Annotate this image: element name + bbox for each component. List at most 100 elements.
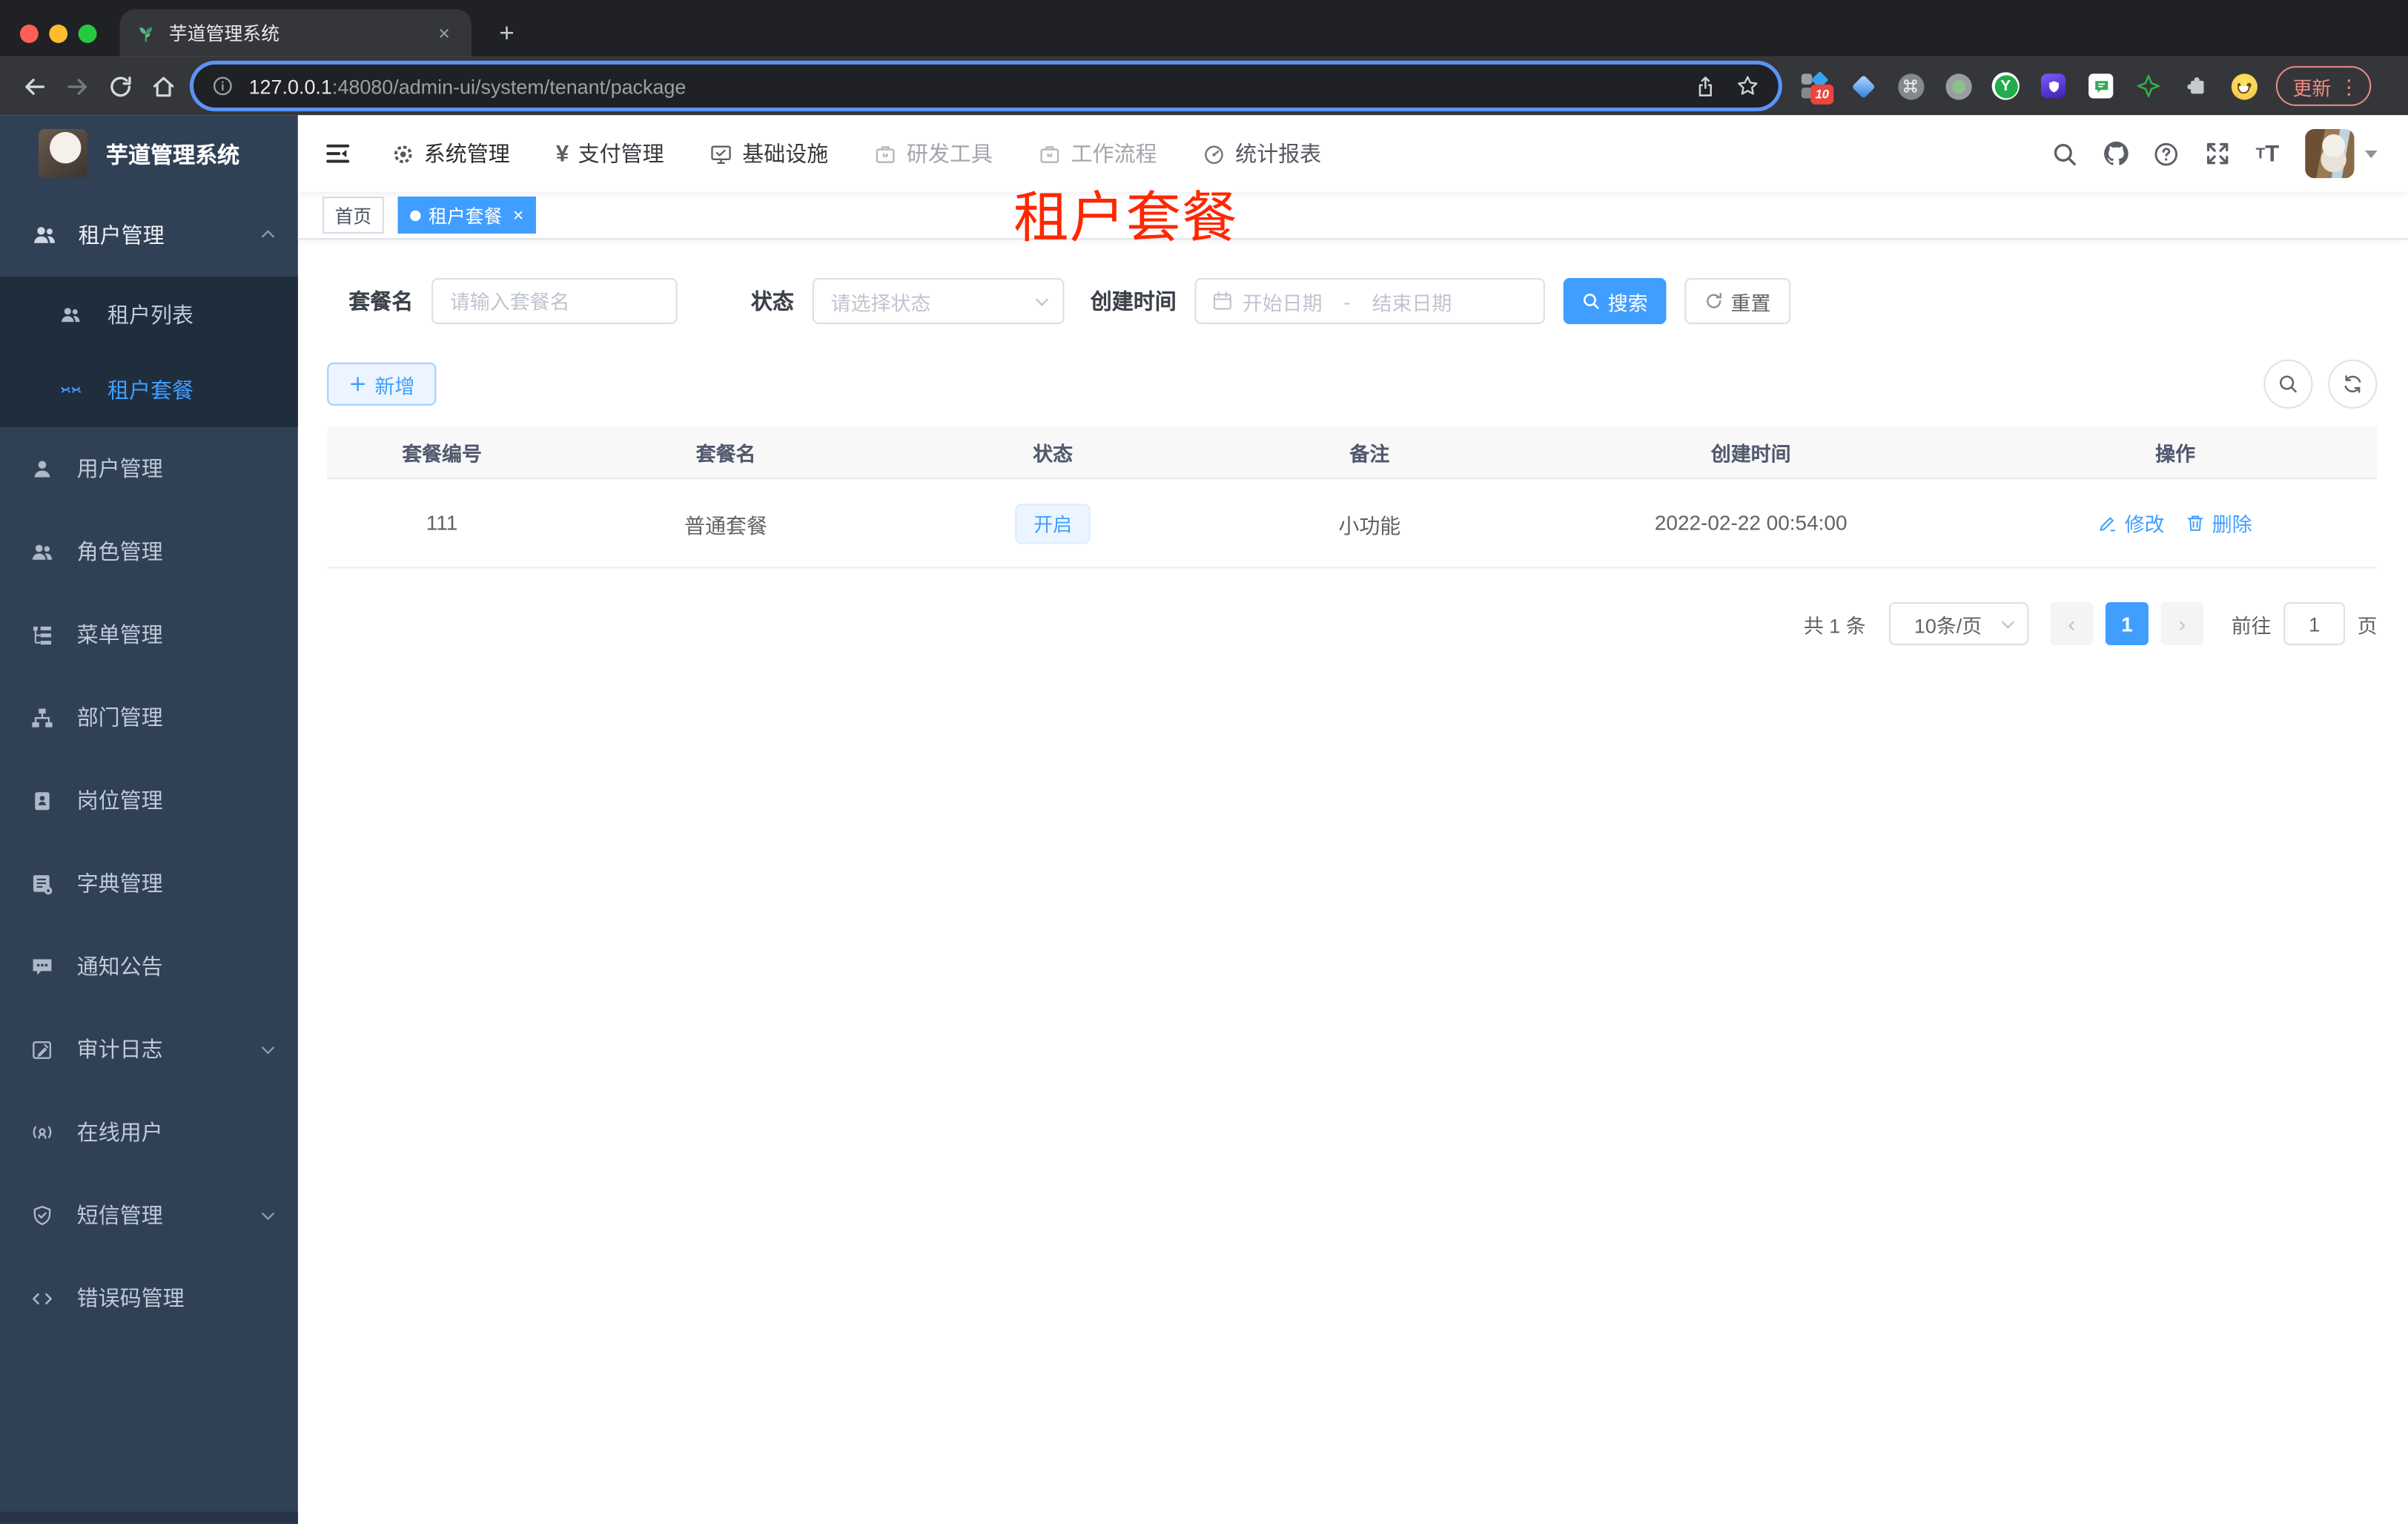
search-button[interactable]: 搜索 — [1563, 277, 1667, 325]
reload-icon[interactable] — [99, 65, 142, 108]
shield-check-icon — [29, 1204, 53, 1227]
recorder-extension-icon[interactable] — [1944, 72, 1971, 99]
emoji-extension-icon[interactable] — [2230, 72, 2258, 99]
nav-dev-tools[interactable]: 研发工具 — [874, 138, 993, 168]
browser-tabstrip: 芋道管理系统 × + — [0, 0, 2408, 57]
sidebar-item-audit-log[interactable]: 审计日志 — [0, 1008, 298, 1091]
sidebar-item-notice[interactable]: 通知公告 — [0, 925, 298, 1008]
prev-page-button[interactable]: ‹ — [2050, 602, 2094, 646]
url-bar[interactable]: 127.0.0.1:48080/admin-ui/system/tenant/p… — [194, 65, 1779, 108]
new-tab-button[interactable]: + — [489, 16, 526, 53]
top-navbar: 系统管理 ¥ 支付管理 基础设施 研发工具 工作流程 统计报表 T T — [297, 115, 2408, 192]
nav-payment-mgmt[interactable]: ¥ 支付管理 — [556, 138, 664, 168]
tab-close-icon[interactable]: × — [432, 20, 456, 46]
chat-bubble-icon — [29, 954, 53, 977]
cell-package-name: 普通套餐 — [684, 513, 767, 537]
nav-system-mgmt[interactable]: 系统管理 — [391, 138, 510, 168]
chat-extension-icon[interactable] — [2087, 72, 2114, 99]
end-date-placeholder[interactable]: 结束日期 — [1372, 286, 1452, 315]
bookmark-star-icon[interactable] — [1736, 73, 1760, 98]
sidebar-item-post-mgmt[interactable]: 岗位管理 — [0, 759, 298, 842]
header-search-icon[interactable] — [2040, 128, 2090, 179]
package-name-label: 套餐名 — [348, 288, 414, 314]
sidebar-collapse-bar[interactable] — [0, 1511, 298, 1524]
nav-workflow[interactable]: 工作流程 — [1039, 138, 1157, 168]
url-path: :48080/admin-ui/system/tenant/package — [331, 74, 687, 98]
font-size-icon[interactable]: TT — [2242, 128, 2292, 179]
browser-tab[interactable]: 芋道管理系统 × — [119, 9, 472, 57]
sidebar-group-tenant[interactable]: 租户管理 — [0, 192, 298, 277]
zoom-window-button[interactable] — [78, 24, 97, 44]
sidebar-item-dept-mgmt[interactable]: 部门管理 — [0, 676, 298, 759]
back-icon[interactable] — [13, 65, 56, 108]
collapse-sidebar-icon[interactable] — [324, 140, 351, 168]
puzzle-extensions-icon[interactable] — [2183, 72, 2210, 99]
privacy-shield-extension-icon[interactable] — [2040, 72, 2067, 99]
fullscreen-icon[interactable] — [2192, 128, 2242, 179]
sidebar-item-label: 租户套餐 — [108, 377, 194, 402]
home-icon[interactable] — [142, 65, 185, 108]
macos-traffic-lights[interactable] — [19, 24, 97, 44]
close-window-button[interactable] — [19, 24, 39, 44]
sidebar-item-tenant-list[interactable]: 租户列表 — [0, 277, 298, 352]
tag-close-icon[interactable]: × — [513, 206, 524, 225]
sidebar-item-user-mgmt[interactable]: 用户管理 — [0, 427, 298, 510]
briefcase-icon — [1039, 142, 1062, 165]
table-actions-row: 新增 — [327, 359, 2378, 409]
sidebar-item-online-users[interactable]: 在线用户 — [0, 1091, 298, 1174]
next-page-button[interactable]: › — [2160, 602, 2204, 646]
page-size-select[interactable]: 10条/页 — [1888, 602, 2029, 646]
gem-extension-icon[interactable] — [1849, 72, 1876, 99]
help-icon[interactable] — [2141, 128, 2192, 179]
start-date-placeholder[interactable]: 开始日期 — [1243, 286, 1323, 315]
col-header: 创建时间 — [1710, 442, 1791, 466]
sidebar-item-menu-mgmt[interactable]: 菜单管理 — [0, 593, 298, 676]
delete-link[interactable]: 删除 — [2186, 509, 2252, 538]
status-chip[interactable]: 开启 — [1015, 503, 1091, 544]
tag-tenant-package[interactable]: 租户套餐 × — [397, 197, 537, 234]
command-extension-icon[interactable] — [1896, 72, 1924, 99]
browser-toolbar: 127.0.0.1:48080/admin-ui/system/tenant/p… — [0, 56, 2408, 116]
minimize-window-button[interactable] — [49, 24, 68, 44]
add-button[interactable]: 新增 — [327, 362, 437, 406]
active-dot — [410, 209, 421, 221]
package-name-input[interactable] — [431, 277, 678, 325]
site-info-icon[interactable] — [212, 76, 234, 97]
forward-icon[interactable] — [56, 65, 99, 108]
package-table: 套餐编号 套餐名 状态 备注 创建时间 操作 111 普通套餐 开启 小功能 2… — [327, 426, 2378, 569]
table-refresh-icon[interactable] — [2328, 359, 2378, 409]
nav-statistics[interactable]: 统计报表 — [1203, 138, 1321, 168]
nav-infrastructure[interactable]: 基础设施 — [710, 138, 828, 168]
avatar-caret-down-icon[interactable] — [2365, 149, 2378, 158]
user-avatar[interactable] — [2305, 129, 2355, 179]
date-range-picker[interactable]: 开始日期 - 结束日期 — [1194, 277, 1545, 325]
url-text[interactable]: 127.0.0.1:48080/admin-ui/system/tenant/p… — [249, 74, 1682, 97]
sidebar-item-role-mgmt[interactable]: 角色管理 — [0, 510, 298, 593]
status-select[interactable]: 请选择状态 — [812, 277, 1065, 325]
chevron-down-icon — [259, 1207, 277, 1224]
github-icon[interactable] — [2090, 128, 2140, 179]
sidebar-item-error-code[interactable]: 错误码管理 — [0, 1256, 298, 1339]
sidebar-item-sms-mgmt[interactable]: 短信管理 — [0, 1174, 298, 1257]
current-page-button[interactable]: 1 — [2105, 602, 2149, 646]
sidebar-item-dict-mgmt[interactable]: 字典管理 — [0, 842, 298, 925]
favicon-plant-icon — [135, 22, 156, 44]
goto-page-input[interactable] — [2283, 602, 2346, 646]
sidebar-group-label: 租户管理 — [78, 222, 165, 247]
sidebar-item-tenant-package[interactable]: 租户套餐 — [0, 352, 298, 427]
refresh-icon — [1704, 292, 1723, 311]
tag-home[interactable]: 首页 — [322, 197, 384, 234]
tree-icon — [29, 623, 53, 646]
edit-link[interactable]: 修改 — [2098, 509, 2165, 538]
table-search-toggle-icon[interactable] — [2263, 359, 2313, 409]
share-icon[interactable] — [1694, 74, 1717, 97]
reset-button[interactable]: 重置 — [1684, 277, 1791, 325]
green-star-extension-icon[interactable] — [2134, 72, 2162, 99]
plus-icon — [348, 375, 367, 393]
y-extension-icon[interactable]: Y — [1991, 72, 2020, 100]
extension-badge: 10 — [1810, 84, 1834, 105]
calendar-icon — [1211, 291, 1233, 312]
wappalyzer-extension-icon[interactable]: 10 — [1801, 70, 1834, 105]
chrome-update-menu-button[interactable]: 更新 ⋮ — [2275, 66, 2372, 106]
app-logo-row[interactable]: 芋道管理系统 — [0, 115, 298, 192]
